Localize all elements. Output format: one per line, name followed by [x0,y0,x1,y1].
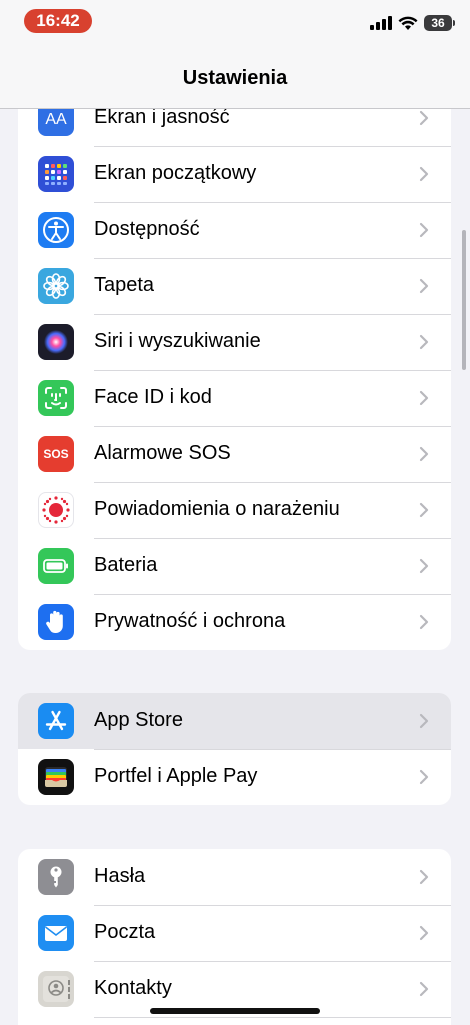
chevron-right-icon [419,390,429,406]
status-time-pill[interactable]: 16:42 [24,9,92,33]
row-siri-search[interactable]: Siri i wyszukiwanie [18,314,451,371]
row-home-screen[interactable]: Ekran początkowy [18,146,451,203]
row-label: Dostępność [94,218,200,240]
row-label: Prywatność i ochrona [94,610,286,632]
chevron-right-icon [419,558,429,574]
row-face-id[interactable]: Face ID i kod [18,370,451,427]
row-mail[interactable]: Poczta [18,905,451,962]
row-label: Portfel i Apple Pay [94,765,258,787]
accessibility-icon [38,212,74,248]
battery-level: 36 [424,15,455,31]
row-wallet-apple-pay[interactable]: Portfel i Apple Pay [18,749,451,805]
settings-group-display: AA Ekran i jasność Ekran początkowy Dost [18,90,451,650]
cellular-signal-icon [370,16,392,30]
svg-text:SOS: SOS [43,447,68,461]
hand-icon [38,604,74,640]
face-id-icon [38,380,74,416]
row-label: Kontakty [94,977,172,999]
chevron-right-icon [419,981,429,997]
wallet-icon [38,759,74,795]
row-label: Poczta [94,921,156,943]
row-battery[interactable]: Bateria [18,538,451,595]
page-title-overlay: Ustawienia [182,67,288,89]
row-label: Face ID i kod [94,386,212,408]
row-exposure-notifications[interactable]: Powiadomienia o narażeniu [18,482,451,539]
row-label: Hasła [94,865,146,887]
contacts-icon [38,971,74,1007]
row-label: App Store [94,709,183,731]
scroll-indicator[interactable] [462,230,466,370]
row-label: Alarmowe SOS [94,442,231,464]
row-label: Powiadomienia o narażeniu [94,498,340,520]
row-wallpaper[interactable]: Tapeta [18,258,451,315]
row-privacy-security[interactable]: Prywatność i ochrona [18,594,451,650]
mail-icon [38,915,74,951]
row-label: Siri i wyszukiwanie [94,330,261,352]
row-emergency-sos[interactable]: SOS Alarmowe SOS [18,426,451,483]
key-icon [38,859,74,895]
home-screen-icon [38,156,74,192]
battery-icon [38,548,74,584]
row-accessibility[interactable]: Dostępność [18,202,451,259]
sos-icon: SOS [38,436,74,472]
chevron-right-icon [419,222,429,238]
chevron-right-icon [419,769,429,785]
chevron-right-icon [419,446,429,462]
wallpaper-flower-icon [38,268,74,304]
siri-icon [38,324,74,360]
row-app-store[interactable]: App Store [18,693,451,750]
settings-group-apps: Hasła Poczta Kontakty [18,849,451,1025]
chevron-right-icon [419,166,429,182]
chevron-right-icon [419,502,429,518]
chevron-right-icon [419,713,429,729]
app-store-icon [38,703,74,739]
home-indicator[interactable] [150,1008,320,1014]
chevron-right-icon [419,614,429,630]
navigation-bar-overlay: Ustawienia [0,48,470,109]
row-label: Ekran początkowy [94,162,257,184]
chevron-right-icon [419,925,429,941]
chevron-right-icon [419,869,429,885]
row-passwords[interactable]: Hasła [18,849,451,906]
svg-text:AA: AA [45,111,67,128]
chevron-right-icon [419,278,429,294]
chevron-right-icon [419,334,429,350]
status-bar-background: 16:42 36 [0,0,470,48]
row-label: Tapeta [94,274,155,296]
wifi-icon [398,16,418,30]
settings-group-store: App Store Portfel i Apple Pay [18,693,451,805]
status-icons-overlay: 36 [370,13,455,33]
chevron-right-icon [419,110,429,126]
exposure-icon [38,492,74,528]
row-label: Bateria [94,554,158,576]
row-label: Ekran i jasność [94,106,230,128]
